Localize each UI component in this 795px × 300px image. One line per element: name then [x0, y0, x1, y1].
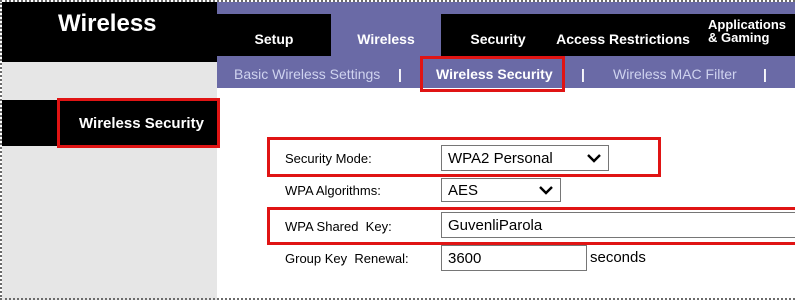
tab-wireless-active-bg: [331, 2, 441, 56]
subtab-wireless-security[interactable]: Wireless Security: [436, 66, 553, 82]
security-mode-label: Security Mode:: [285, 151, 372, 166]
tab-wireless[interactable]: Wireless: [346, 31, 426, 47]
wpa-shared-key-label: WPA Shared Key:: [285, 219, 392, 234]
wpa-shared-key-value: GuvenliParola: [448, 216, 543, 234]
chevron-down-icon: [539, 186, 553, 195]
subtab-separator: |: [763, 66, 767, 82]
subtab-wireless-mac-filter[interactable]: Wireless MAC Filter: [613, 66, 737, 82]
tab-applications-gaming[interactable]: Applications & Gaming: [708, 18, 795, 44]
page-title: Wireless: [58, 10, 157, 37]
wpa-shared-key-label-text: WPA Shared Key:: [285, 219, 392, 234]
security-mode-select[interactable]: WPA2 Personal: [441, 145, 609, 171]
group-key-renewal-input[interactable]: 3600: [441, 245, 587, 271]
section-title: Wireless Security: [79, 115, 204, 132]
subtab-basic-wireless-settings[interactable]: Basic Wireless Settings: [234, 66, 380, 82]
subtab-separator: |: [398, 66, 402, 82]
tab-security[interactable]: Security: [463, 31, 533, 47]
wpa-shared-key-input[interactable]: GuvenliParola: [441, 212, 795, 238]
group-key-renewal-label: Group Key Renewal:: [285, 251, 409, 266]
security-mode-value: WPA2 Personal: [448, 149, 553, 167]
tab-access-restrictions[interactable]: Access Restrictions: [549, 31, 697, 47]
group-key-renewal-unit: seconds: [590, 249, 646, 266]
group-key-renewal-value: 3600: [448, 249, 482, 267]
wpa-algorithms-label: WPA Algorithms:: [285, 183, 381, 198]
tab-applications-gaming-line2: & Gaming: [708, 30, 770, 45]
wpa-algorithms-select[interactable]: AES: [441, 178, 561, 202]
wpa-algorithms-value: AES: [448, 181, 479, 199]
tab-setup[interactable]: Setup: [244, 31, 304, 47]
group-key-renewal-label-text: Group Key Renewal:: [285, 251, 409, 266]
chevron-down-icon: [587, 154, 601, 163]
subtab-separator: |: [581, 66, 585, 82]
content-gutter: [217, 88, 227, 300]
left-sidebar: [2, 62, 217, 300]
top-nav-strip: [217, 2, 795, 14]
